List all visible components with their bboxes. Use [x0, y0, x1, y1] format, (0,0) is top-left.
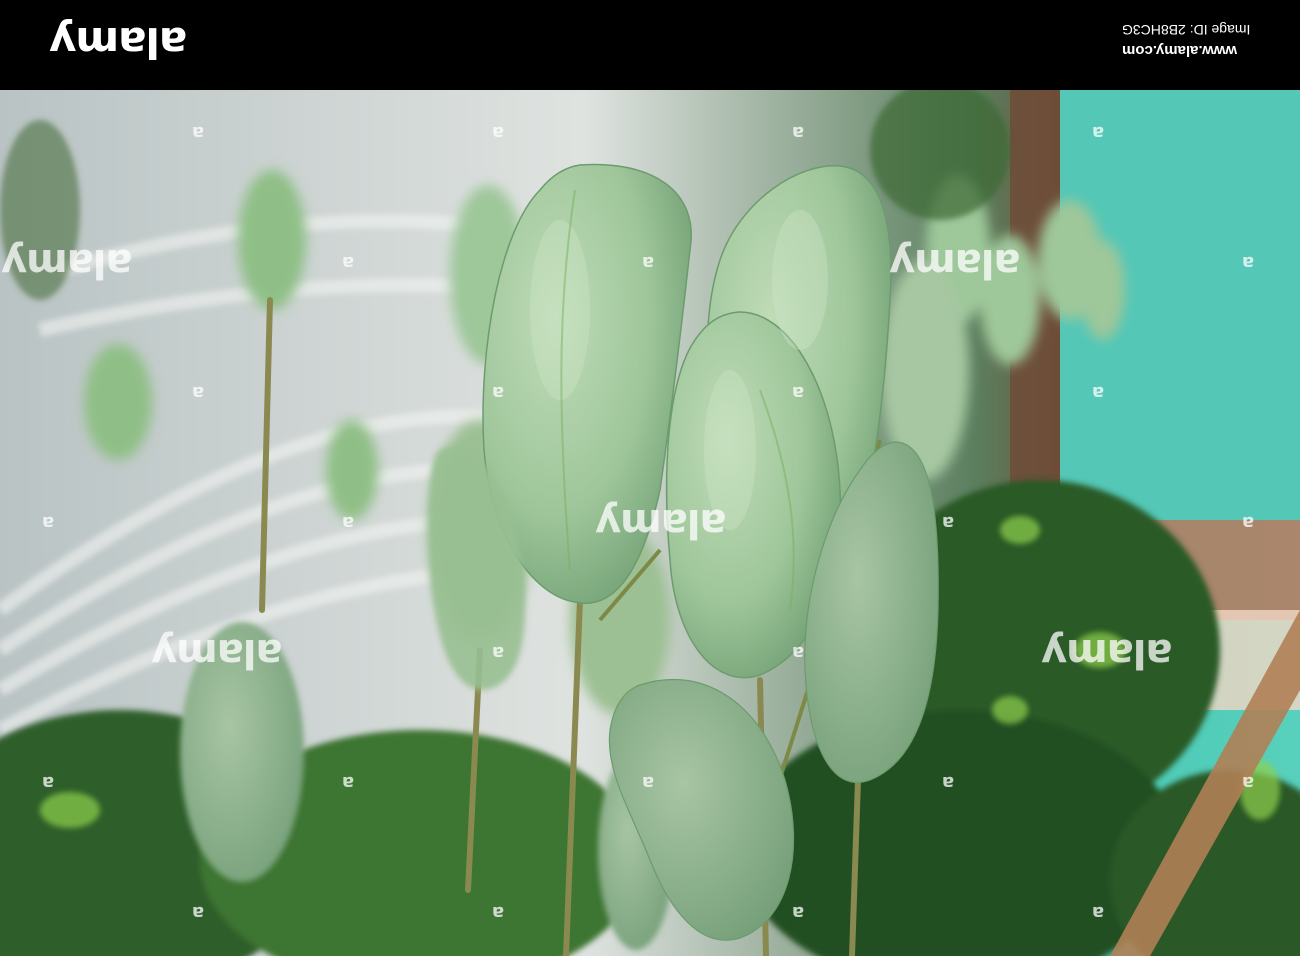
photo-illustration	[0, 90, 1300, 956]
brand-logo: alamy	[50, 18, 188, 67]
image-meta: www.alamy.com Image ID: 2B8HC3G	[1122, 20, 1250, 60]
site-url: www.alamy.com	[1121, 42, 1237, 59]
image-id: Image ID: 2B8HC3G	[1121, 22, 1250, 38]
top-banner: alamy www.alamy.com Image ID: 2B8HC3G	[0, 0, 1300, 90]
mango-photo: alamy alamy alamy alamy alamy a a a a a …	[0, 90, 1300, 956]
